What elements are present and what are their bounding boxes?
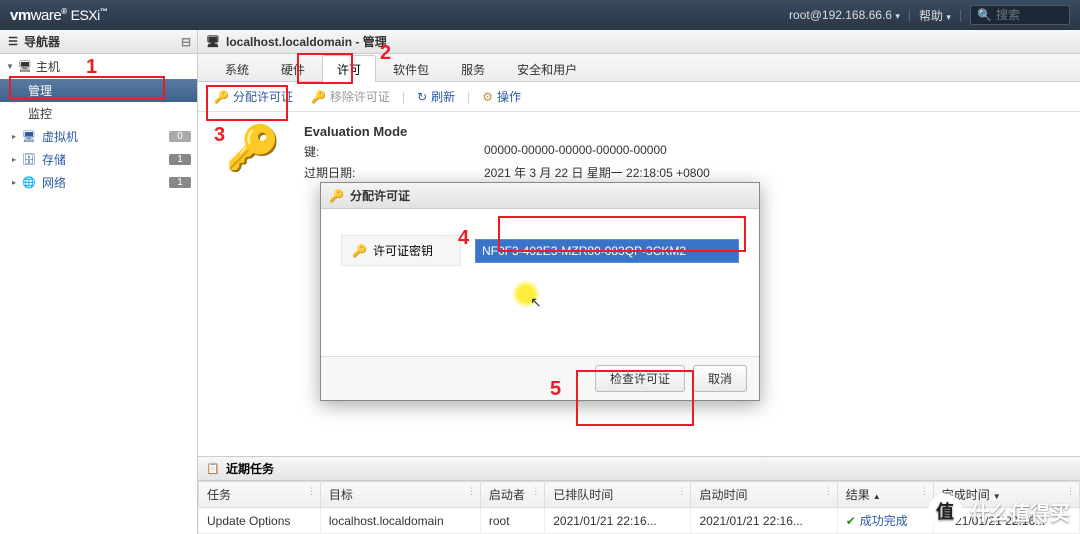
tasks-header: 📋 近期任务 — [198, 457, 1080, 481]
nav-item-label: 存储 — [42, 151, 66, 168]
cursor-icon: ↖ — [530, 294, 542, 311]
expand-icon[interactable]: ▸ — [12, 178, 16, 187]
nav-item-label: 网络 — [42, 174, 66, 191]
action-bar: 🔑 分配许可证 🔑 移除许可证 | ↻ 刷新 | ⚙ 操作 — [198, 82, 1080, 112]
nav-list-icon: ☰ — [6, 35, 20, 49]
expand-icon[interactable]: ▸ — [12, 155, 16, 164]
dialog-title-bar[interactable]: 🔑 分配许可证 — [321, 183, 759, 209]
count-badge: 0 — [169, 131, 191, 142]
nav-item-label: 监控 — [28, 105, 52, 122]
tab-hardware[interactable]: 硬件 — [266, 55, 320, 82]
breadcrumb: localhost.localdomain - 管理 — [226, 33, 387, 50]
search-input[interactable] — [996, 8, 1056, 22]
tab-bar: 系统 硬件 许可 软件包 服务 安全和用户 — [198, 54, 1080, 82]
col-queued[interactable]: 已排队时间⋮ — [545, 482, 691, 508]
navigator-header: ☰ 导航器 ⊟ — [0, 30, 197, 54]
expand-icon[interactable]: ▼ — [6, 62, 14, 71]
cell-queued: 2021/01/21 22:16... — [545, 508, 691, 534]
watermark: 值 什么值得买 — [928, 494, 1070, 528]
count-badge: 1 — [169, 177, 191, 188]
key-remove-icon: 🔑 — [311, 90, 326, 104]
tasks-icon: 📋 — [206, 462, 220, 476]
tasks-title: 近期任务 — [226, 460, 274, 477]
col-task[interactable]: 任务⋮ — [199, 482, 321, 508]
nav-item-network[interactable]: ▸ 🌐 网络 1 — [0, 171, 197, 194]
license-expire-value: 2021 年 3 月 22 日 星期一 22:18:05 +0800 — [484, 164, 710, 181]
license-mode: Evaluation Mode — [304, 124, 710, 139]
refresh-icon: ↻ — [417, 90, 427, 104]
storage-icon: 🗄 — [22, 153, 36, 167]
watermark-badge-icon: 值 — [928, 494, 962, 528]
tab-services[interactable]: 服务 — [446, 55, 500, 82]
host-icon: 🖥 — [18, 60, 32, 74]
gear-icon: ⚙ — [482, 90, 493, 104]
nav-host-row[interactable]: ▼ 🖥 主机 — [0, 54, 197, 79]
content-header: 🖥 localhost.localdomain - 管理 — [198, 30, 1080, 54]
license-expire-label: 过期日期: — [304, 164, 464, 181]
assign-license-button[interactable]: 🔑 分配许可证 — [208, 85, 299, 108]
nav-item-monitor[interactable]: 监控 — [0, 102, 197, 125]
success-icon: ✔ — [846, 514, 856, 528]
license-key-label: 键: — [304, 143, 464, 160]
cell-task: Update Options — [199, 508, 321, 534]
tab-packages[interactable]: 软件包 — [378, 55, 444, 82]
check-license-button[interactable]: 检查许可证 — [595, 365, 685, 392]
license-key-field-label: 🔑 许可证密钥 — [341, 235, 461, 266]
license-key-value: 00000-00000-00000-00000-00000 — [484, 143, 667, 160]
nav-item-manage[interactable]: 管理 — [0, 79, 197, 102]
key-large-icon: 🔑 — [218, 122, 288, 446]
help-menu[interactable]: 帮助 ▾ — [919, 7, 951, 24]
nav-item-label: 虚拟机 — [42, 128, 78, 145]
tab-license[interactable]: 许可 — [322, 55, 376, 82]
global-search[interactable]: 🔍 — [970, 5, 1070, 25]
network-icon: 🌐 — [22, 176, 36, 190]
cancel-button[interactable]: 取消 — [693, 365, 747, 392]
nav-item-vms[interactable]: ▸ 🖥 虚拟机 0 — [0, 125, 197, 148]
actions-menu[interactable]: ⚙ 操作 — [476, 85, 527, 108]
assign-license-dialog: 🔑 分配许可证 🔑 许可证密钥 检查许可证 取消 — [320, 182, 760, 401]
col-started[interactable]: 启动时间⋮ — [691, 482, 837, 508]
cell-starter: root — [480, 508, 544, 534]
license-key-input[interactable] — [475, 239, 739, 263]
nav-item-label: 管理 — [28, 82, 52, 99]
user-menu[interactable]: root@192.168.66.6 ▾ — [789, 8, 900, 22]
top-bar: vmware®ESXi™ root@192.168.66.6 ▾ | 帮助 ▾ … — [0, 0, 1080, 30]
key-assign-icon: 🔑 — [214, 90, 229, 104]
host-icon: 🖥 — [206, 35, 220, 49]
product-logo: vmware®ESXi™ — [10, 7, 107, 24]
vm-icon: 🖥 — [22, 130, 36, 144]
pin-icon[interactable]: ⊟ — [181, 35, 191, 49]
nav-item-storage[interactable]: ▸ 🗄 存储 1 — [0, 148, 197, 171]
cell-started: 2021/01/21 22:16... — [691, 508, 837, 534]
col-starter[interactable]: 启动者⋮ — [480, 482, 544, 508]
cell-target: localhost.localdomain — [320, 508, 480, 534]
expand-icon[interactable]: ▸ — [12, 132, 16, 141]
col-target[interactable]: 目标⋮ — [320, 482, 480, 508]
tab-security[interactable]: 安全和用户 — [502, 55, 592, 82]
navigator-title: 导航器 — [24, 33, 60, 50]
key-icon: 🔑 — [329, 189, 344, 203]
key-icon: 🔑 — [352, 244, 367, 258]
count-badge: 1 — [169, 154, 191, 165]
search-icon: 🔍 — [977, 8, 992, 22]
remove-license-button[interactable]: 🔑 移除许可证 — [305, 85, 396, 108]
col-result[interactable]: 结果▲⋮ — [837, 482, 933, 508]
dialog-footer: 检查许可证 取消 — [321, 356, 759, 400]
tab-system[interactable]: 系统 — [210, 55, 264, 82]
cell-result: ✔成功完成 — [837, 508, 933, 534]
nav-host-label: 主机 — [36, 58, 60, 75]
navigator-panel: ☰ 导航器 ⊟ ▼ 🖥 主机 管理 监控 ▸ 🖥 虚拟机 0 ▸ — [0, 30, 198, 534]
dialog-title: 分配许可证 — [350, 187, 410, 204]
refresh-button[interactable]: ↻ 刷新 — [411, 85, 461, 108]
watermark-text: 什么值得买 — [970, 497, 1070, 526]
